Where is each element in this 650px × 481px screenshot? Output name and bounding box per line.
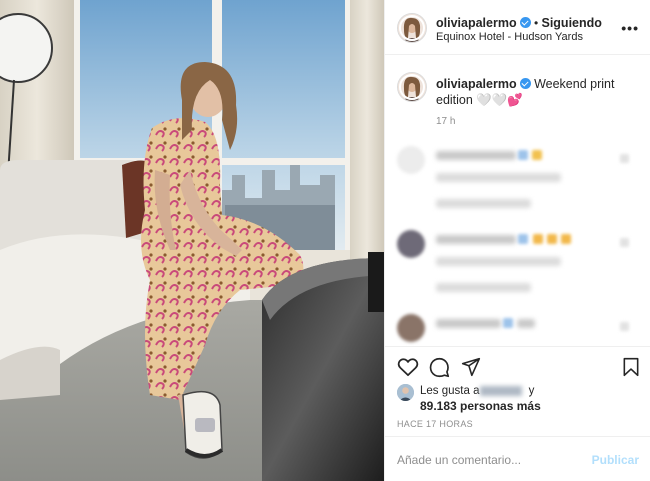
publish-button[interactable]: Publicar (592, 453, 639, 467)
likes-prefix: Les gusta a (420, 385, 480, 397)
comment-username-redacted (436, 151, 516, 160)
emoji-icon (533, 234, 543, 244)
caption-avatar[interactable] (397, 72, 427, 102)
verified-badge-icon (518, 234, 528, 244)
likes-suffix: y (525, 385, 535, 397)
comment-item (385, 314, 650, 344)
likes-text: Les gusta a y (420, 385, 534, 397)
comment-like-icon[interactable] (620, 238, 629, 247)
verified-badge-icon (519, 17, 531, 28)
comment-avatar[interactable] (397, 230, 425, 258)
location-link[interactable]: Equinox Hotel - Hudson Yards (436, 31, 583, 43)
comment-meta-redacted (436, 173, 561, 182)
liker-avatar[interactable] (397, 384, 414, 401)
comment-like-icon[interactable] (620, 322, 629, 331)
username-link[interactable]: oliviapalermo (436, 16, 517, 30)
comment-icon[interactable] (429, 357, 450, 378)
add-comment-bar: Añade un comentario... Publicar (385, 436, 650, 481)
comment-text-redacted (517, 319, 535, 328)
comment-item (385, 146, 650, 221)
emoji-icon (532, 150, 542, 160)
verified-badge-icon (503, 318, 513, 328)
verified-badge-icon (518, 150, 528, 160)
heart-icon[interactable] (397, 357, 419, 377)
post-photo[interactable] (0, 0, 384, 481)
caption-text: oliviapalermo Weekend print edition 🤍🤍💕 (436, 76, 641, 108)
comment-username-redacted (436, 235, 516, 244)
verified-badge-icon (519, 78, 531, 89)
post-header: oliviapalermo • Siguiendo Equinox Hotel … (385, 0, 650, 55)
bookmark-icon[interactable] (622, 357, 640, 377)
caption-time: 17 h (436, 116, 456, 127)
comment-like-icon[interactable] (620, 154, 629, 163)
comment-meta-redacted (436, 257, 561, 266)
caption-username[interactable]: oliviapalermo (436, 77, 517, 91)
more-horizontal-icon[interactable]: ••• (621, 20, 639, 36)
liker-name-redacted[interactable] (480, 385, 523, 396)
post-panel: oliviapalermo • Siguiendo Equinox Hotel … (384, 0, 650, 481)
likes-count-link[interactable]: 89.183 personas más (420, 399, 541, 413)
comment-input[interactable]: Añade un comentario... (397, 453, 521, 467)
avatar[interactable] (397, 13, 427, 43)
following-button[interactable]: Siguiendo (541, 16, 601, 30)
comment-username-redacted (436, 319, 501, 328)
share-icon[interactable] (461, 357, 481, 377)
emoji-icon (547, 234, 557, 244)
view-replies-redacted[interactable] (436, 283, 531, 292)
post-timestamp[interactable]: HACE 17 HORAS (397, 419, 473, 429)
view-replies-redacted[interactable] (436, 199, 531, 208)
comment-avatar[interactable] (397, 314, 425, 342)
emoji-icon (561, 234, 571, 244)
comment-item (385, 230, 650, 305)
comment-avatar[interactable] (397, 146, 425, 174)
